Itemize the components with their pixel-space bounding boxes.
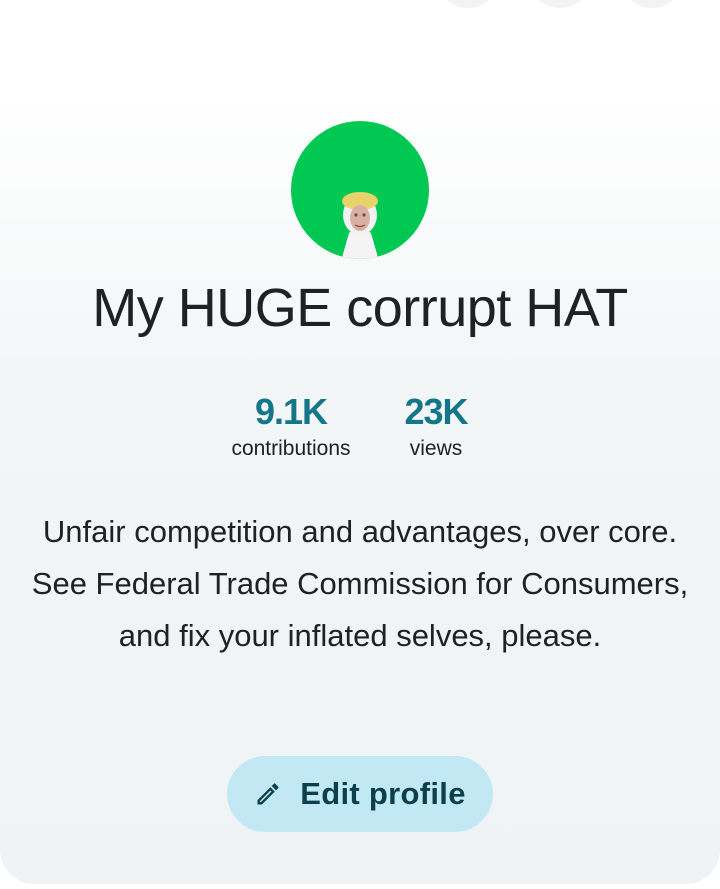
- stat-contributions[interactable]: 9.1K contributions: [212, 392, 370, 462]
- avatar-photo: [341, 192, 379, 259]
- stat-views[interactable]: 23K views: [386, 392, 486, 462]
- stat-value: 9.1K: [254, 391, 328, 432]
- profile-bio: Unfair competition and advantages, over …: [31, 514, 689, 653]
- top-action-button-2[interactable]: [532, 0, 588, 8]
- stat-label: contributions: [231, 437, 351, 460]
- edit-profile-label: Edit profile: [300, 776, 466, 811]
- pencil-icon: [257, 783, 279, 805]
- top-action-button-1[interactable]: [440, 0, 496, 8]
- profile-name: My HUGE corrupt HAT: [92, 278, 628, 338]
- edit-profile-button[interactable]: Edit profile: [227, 756, 493, 832]
- top-action-button-3[interactable]: [624, 0, 680, 8]
- stat-value: 23K: [404, 391, 468, 432]
- stat-label: views: [409, 437, 463, 460]
- avatar[interactable]: [291, 121, 429, 259]
- profile-page: My HUGE corrupt HAT 9.1K contributions 2…: [0, 0, 720, 889]
